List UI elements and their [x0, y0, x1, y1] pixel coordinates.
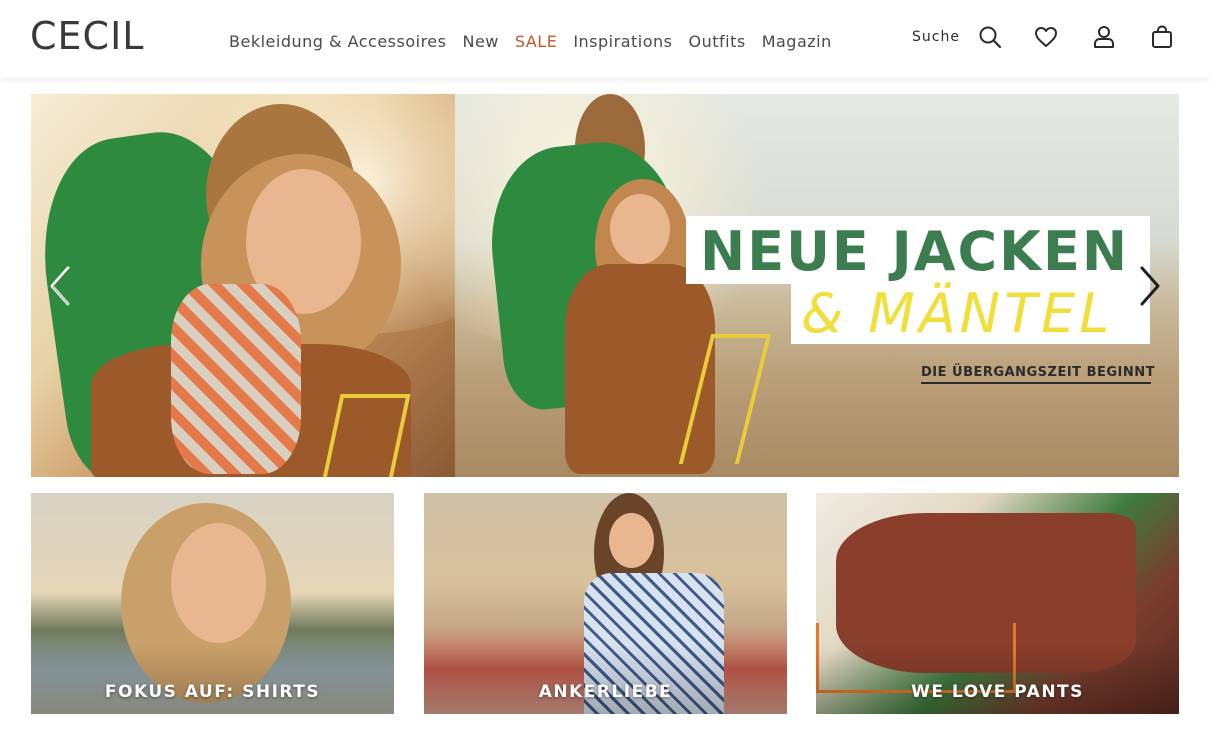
user-icon[interactable]	[1090, 22, 1118, 52]
main-nav: Bekleidung & Accessoires New SALE Inspir…	[229, 32, 832, 51]
tile-label: FOKUS AUF: SHIRTS	[104, 682, 321, 702]
tile-label: ANKERLIEBE	[538, 682, 673, 702]
promo-headline-line1: NEUE JACKEN	[700, 220, 1130, 283]
header-tools: Suche	[912, 22, 1176, 52]
promo-headline: NEUE JACKEN & MÄNTEL	[686, 216, 1150, 346]
tile-label: WE LOVE PANTS	[911, 682, 1084, 702]
promo-subline-underline	[921, 382, 1151, 384]
tile-ankerliebe[interactable]: ANKERLIEBE	[424, 493, 787, 714]
nav-item-outfits[interactable]: Outfits	[688, 32, 745, 51]
bag-icon[interactable]	[1148, 22, 1176, 52]
tile-pants[interactable]: WE LOVE PANTS	[816, 493, 1179, 714]
hero-banner[interactable]: NEUE JACKEN & MÄNTEL DIE ÜBERGANGSZEIT B…	[31, 94, 1179, 477]
nav-item-inspirations[interactable]: Inspirations	[573, 32, 672, 51]
nav-item-magazin[interactable]: Magazin	[762, 32, 832, 51]
search-label[interactable]: Suche	[912, 29, 960, 45]
nav-item-sale[interactable]: SALE	[515, 32, 557, 51]
promo-headline-line2: & MÄNTEL	[801, 282, 1114, 345]
nav-item-new[interactable]: New	[462, 32, 498, 51]
site-header: CECIL Bekleidung & Accessoires New SALE …	[0, 0, 1210, 78]
brand-logo[interactable]: CECIL	[30, 14, 144, 58]
nav-item-clothing-accessories[interactable]: Bekleidung & Accessoires	[229, 32, 446, 51]
search-icon[interactable]	[976, 22, 1004, 52]
chevron-left-icon[interactable]	[48, 264, 72, 308]
promo-subline-link[interactable]: DIE ÜBERGANGSZEIT BEGINNT	[921, 365, 1155, 380]
tile-shirts[interactable]: FOKUS AUF: SHIRTS	[31, 493, 394, 714]
heart-icon[interactable]	[1032, 22, 1060, 52]
chevron-right-icon[interactable]	[1138, 264, 1162, 308]
